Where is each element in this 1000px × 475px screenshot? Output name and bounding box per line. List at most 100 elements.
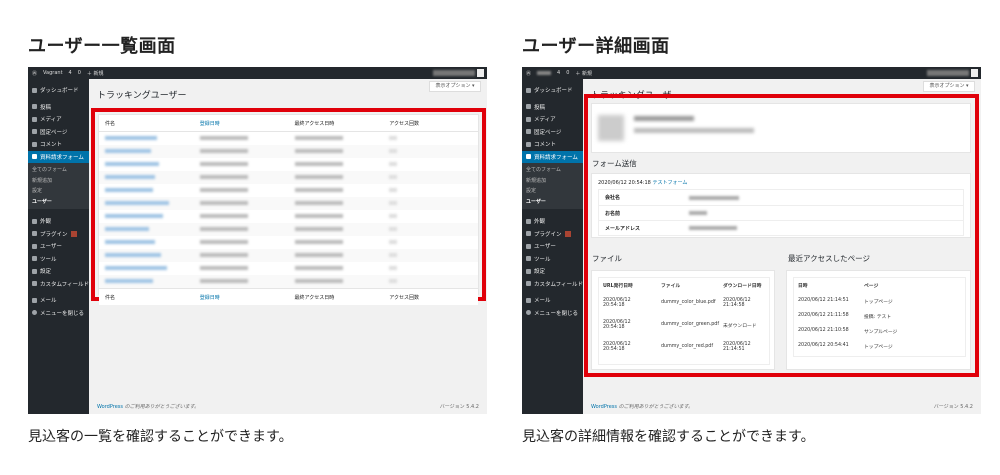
field-row: メールアドレス <box>599 220 963 235</box>
menu-posts[interactable]: 投稿 <box>522 101 583 114</box>
col-access-count[interactable]: アクセス回数 <box>383 120 478 127</box>
table-row[interactable] <box>99 249 478 262</box>
menu-comments[interactable]: コメント <box>28 138 89 151</box>
menu-mail[interactable]: メール <box>28 294 89 307</box>
menu-form[interactable]: 資料請求フォーム <box>28 150 89 163</box>
table-row[interactable] <box>99 210 478 223</box>
table-row[interactable] <box>99 236 478 249</box>
col-access-count-footer[interactable]: アクセス回数 <box>383 294 478 301</box>
menu-custom-fields[interactable]: カスタムフィールド <box>28 278 89 291</box>
form-link[interactable]: テストフォーム <box>652 180 687 186</box>
col-registered[interactable]: 登録日時 <box>194 120 289 127</box>
menu-users[interactable]: ユーザー <box>522 240 583 253</box>
value-blurred <box>689 211 707 215</box>
avatar[interactable] <box>477 69 484 77</box>
menu-appearance[interactable]: 外観 <box>28 215 89 228</box>
visit-page-link[interactable]: トップページ <box>864 298 893 305</box>
menu-mail[interactable]: メール <box>522 294 583 307</box>
menu-media[interactable]: メディア <box>28 113 89 126</box>
submenu-settings[interactable]: 設定 <box>522 186 583 197</box>
file-downloaded: 未ダウンロード <box>723 324 757 329</box>
updates-count[interactable]: 4 <box>69 70 72 76</box>
menu-settings[interactable]: 設定 <box>522 265 583 278</box>
site-name[interactable]: Vagrant <box>43 70 63 76</box>
menu-pages[interactable]: 固定ページ <box>28 126 89 139</box>
user-icon <box>526 243 531 249</box>
avatar[interactable] <box>971 69 978 77</box>
col-subject[interactable]: 件名 <box>99 120 194 127</box>
submenu-all-forms[interactable]: 全てのフォーム <box>28 165 89 176</box>
form-fields: 会社名 お名前 メールアドレス <box>598 189 964 236</box>
table-cell <box>99 135 194 142</box>
visit-page-link[interactable]: 投稿: テスト <box>864 313 891 320</box>
col-registered-footer[interactable]: 登録日時 <box>194 294 289 301</box>
menu-plugins[interactable]: プラグイン <box>28 228 89 241</box>
files-section-title: ファイル <box>592 254 622 263</box>
menu-posts[interactable]: 投稿 <box>28 101 89 114</box>
blurred-value <box>389 200 398 205</box>
menu-tools[interactable]: ツール <box>522 253 583 266</box>
submenu-add-new[interactable]: 新規追加 <box>522 176 583 187</box>
table-row[interactable] <box>99 132 478 145</box>
table-cell <box>99 278 194 285</box>
submenu-settings[interactable]: 設定 <box>28 186 89 197</box>
new-button[interactable]: ＋ 新規 <box>87 70 104 77</box>
col-last-access-footer[interactable]: 最終アクセス日時 <box>289 294 384 301</box>
footer-link[interactable]: WordPress <box>97 404 123 410</box>
menu-collapse[interactable]: メニューを閉じる <box>28 307 89 320</box>
comments-count[interactable]: 0 <box>566 70 569 76</box>
recent-pages-card: 日時 ページ 2020/06/12 21:14:51 トップページ 2020/0… <box>786 270 971 370</box>
table-row[interactable] <box>99 184 478 197</box>
submenu-users[interactable]: ユーザー <box>522 197 583 208</box>
wp-logo-icon[interactable]: Ⓦ <box>32 70 37 77</box>
blurred-value <box>389 226 398 231</box>
menu-collapse[interactable]: メニューを閉じる <box>522 307 583 320</box>
new-button[interactable]: ＋ 新規 <box>575 70 592 77</box>
col-last-access[interactable]: 最終アクセス日時 <box>289 120 384 127</box>
updates-count[interactable]: 4 <box>557 70 560 76</box>
menu-appearance[interactable]: 外観 <box>522 215 583 228</box>
menu-pages[interactable]: 固定ページ <box>522 126 583 139</box>
table-row[interactable] <box>99 262 478 275</box>
table-cell <box>99 148 194 155</box>
menu-media[interactable]: メディア <box>522 113 583 126</box>
table-row[interactable] <box>99 197 478 210</box>
table-row[interactable] <box>99 223 478 236</box>
menu-plugins[interactable]: プラグイン <box>522 228 583 241</box>
menu-dashboard[interactable]: ダッシュボード <box>28 84 89 97</box>
submenu-users[interactable]: ユーザー <box>28 197 89 208</box>
wp-logo-icon[interactable]: Ⓦ <box>526 70 531 77</box>
file-issued: 2020/06/12 20:54:18 <box>603 320 631 330</box>
screen-options-button[interactable]: 表示オプション ▾ <box>923 81 975 92</box>
menu-custom-fields[interactable]: カスタムフィールド <box>522 278 583 291</box>
menu-dashboard[interactable]: ダッシュボード <box>522 84 583 97</box>
table-cell <box>289 200 384 207</box>
table-row[interactable] <box>99 171 478 184</box>
screen-options-button[interactable]: 表示オプション ▾ <box>429 81 481 92</box>
visit-page-link[interactable]: サンプルページ <box>864 328 897 335</box>
table-row[interactable] <box>99 158 478 171</box>
visit-page-link[interactable]: トップページ <box>864 343 893 350</box>
comments-count[interactable]: 0 <box>78 70 81 76</box>
submenu-add-new[interactable]: 新規追加 <box>28 176 89 187</box>
table-row[interactable] <box>99 145 478 158</box>
menu-settings[interactable]: 設定 <box>28 265 89 278</box>
value-blurred <box>689 226 737 230</box>
menu-tools[interactable]: ツール <box>28 253 89 266</box>
table-row[interactable] <box>99 275 478 288</box>
col-datetime: 日時 <box>798 284 808 289</box>
menu-users[interactable]: ユーザー <box>28 240 89 253</box>
footer-link[interactable]: WordPress <box>591 404 617 410</box>
site-name-blurred[interactable] <box>537 71 552 75</box>
right-screenshot: Ⓦ 4 0 ＋ 新規 ダッシュボード 投稿 メディア 固定ページ コメント 資料… <box>522 67 981 414</box>
blurred-value <box>199 161 248 166</box>
footer-credit: WordPress のご利用ありがとうございます。 <box>97 403 199 410</box>
file-downloaded: 2020/06/12 21:14:58 <box>723 298 751 308</box>
col-subject-footer[interactable]: 件名 <box>99 294 194 301</box>
form-timestamp: 2020/06/12 20:54:18 <box>598 180 651 186</box>
menu-form[interactable]: 資料請求フォーム <box>522 150 583 163</box>
main-content: 表示オプション ▾ トラッキングユーザー 件名 登録日時 最終アクセス日時 アク… <box>89 79 487 414</box>
right-heading: ユーザー詳細画面 <box>522 36 670 57</box>
menu-comments[interactable]: コメント <box>522 138 583 151</box>
submenu-all-forms[interactable]: 全てのフォーム <box>522 165 583 176</box>
